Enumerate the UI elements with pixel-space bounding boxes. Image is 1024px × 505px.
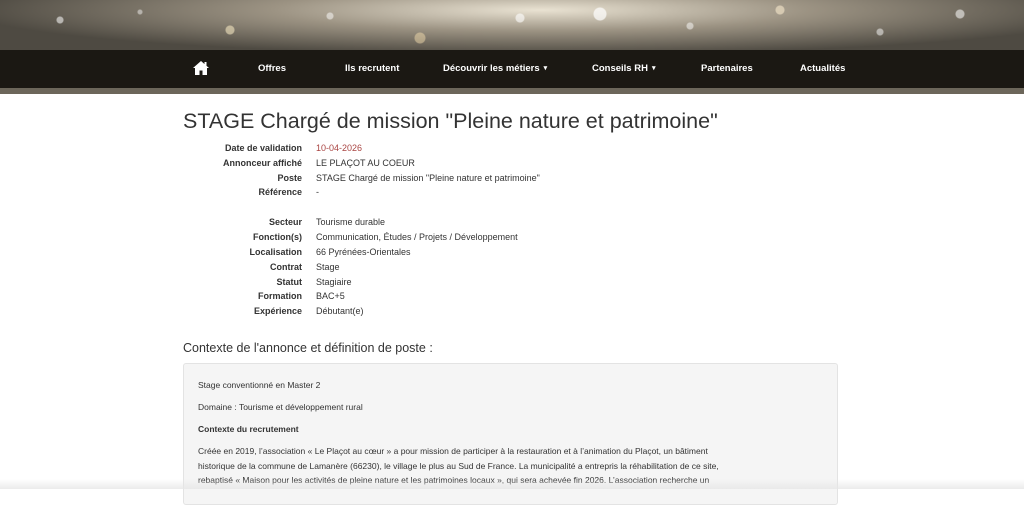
nav-actualites-label: Actualités — [800, 63, 846, 74]
detail-value: - — [316, 187, 319, 197]
nav-ils-recrutent-label: Ils recrutent — [345, 63, 400, 74]
detail-label: Référence — [258, 187, 302, 197]
attr-value: BAC+5 — [316, 291, 345, 301]
detail-label: Date de validation — [224, 143, 302, 153]
nav-decouvrir-metiers[interactable]: Découvrir les métiers ▾ — [443, 50, 547, 88]
attr-label: Secteur — [268, 217, 302, 227]
home-icon[interactable] — [192, 60, 210, 76]
desc-domaine-line: Domaine : Tourisme et développement rura… — [198, 402, 363, 412]
nav-conseils-rh-label: Conseils RH — [592, 63, 648, 74]
nav-decouvrir-metiers-label: Découvrir les métiers — [443, 63, 540, 74]
attr-value: Stage — [316, 262, 340, 272]
nav-partenaires[interactable]: Partenaires — [701, 50, 753, 88]
attr-label: Statut — [276, 277, 303, 287]
attr-value: Tourisme durable — [316, 217, 386, 227]
detail-value: STAGE Chargé de mission "Pleine nature e… — [316, 173, 540, 183]
section-title-contexte: Contexte de l'annonce et définition de p… — [183, 341, 433, 355]
chevron-down-icon: ▾ — [543, 65, 548, 72]
nav-ils-recrutent[interactable]: Ils recrutent — [345, 50, 399, 88]
nav-conseils-rh[interactable]: Conseils RH ▾ — [592, 50, 655, 88]
attr-label: Fonction(s) — [253, 232, 302, 242]
attr-label: Expérience — [253, 306, 302, 316]
desc-heading: Contexte du recrutement — [198, 424, 299, 434]
desc-paragraph-line: historique de la commune de Lamanère (66… — [198, 461, 719, 471]
attr-label: Contrat — [270, 262, 302, 272]
attr-value: Stagiaire — [316, 277, 352, 287]
detail-label: Annonceur affiché — [222, 158, 302, 168]
header-banner-image — [0, 0, 1024, 52]
desc-paragraph-line: Créée en 2019, l’association « Le Plaçot… — [198, 446, 708, 456]
nav-partenaires-label: Partenaires — [701, 63, 753, 74]
page-title: STAGE Chargé de mission "Pleine nature e… — [183, 109, 718, 133]
nav-actualites[interactable]: Actualités — [800, 50, 845, 88]
detail-value: 10-04-2026 — [316, 143, 363, 153]
attr-label: Formation — [258, 291, 302, 301]
bottom-fade — [0, 479, 1024, 489]
main-navbar: Offres Ils recrutent Découvrir les métie… — [0, 50, 1024, 94]
attr-value: Communication, Études / Projets / Dévelo… — [316, 232, 518, 242]
detail-value: LE PLAÇOT AU COEUR — [316, 158, 415, 168]
desc-stage-line: Stage conventionné en Master 2 — [198, 380, 321, 390]
attr-value: 66 Pyrénées-Orientales — [316, 247, 411, 257]
chevron-down-icon: ▾ — [651, 65, 656, 72]
attr-label: Localisation — [249, 247, 302, 257]
nav-offres-label: Offres — [258, 63, 286, 74]
detail-label: Poste — [277, 173, 302, 183]
attr-value: Débutant(e) — [316, 306, 364, 316]
nav-offres[interactable]: Offres — [258, 50, 286, 88]
